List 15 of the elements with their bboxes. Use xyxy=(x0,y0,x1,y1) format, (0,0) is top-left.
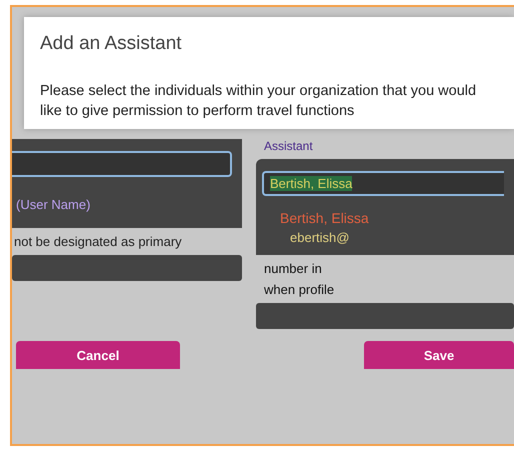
assistant-email: ebertish@ xyxy=(289,230,350,245)
cancel-button[interactable]: Cancel xyxy=(16,341,180,369)
assistant-field[interactable]: Bertish, Elissa xyxy=(262,171,504,196)
user-list-item[interactable]: (User Name) xyxy=(16,197,226,212)
save-button[interactable]: Save xyxy=(364,341,514,369)
search-field[interactable] xyxy=(12,151,232,177)
input-field[interactable] xyxy=(256,303,514,329)
note-text: not be designated as primary xyxy=(13,234,183,249)
dialog-title: Add an Assistant xyxy=(40,33,183,55)
assistant-label: Assistant xyxy=(263,139,314,153)
assistant-name[interactable]: Bertish, Elissa xyxy=(262,196,504,230)
note-text: when profile xyxy=(263,282,336,297)
input-field[interactable] xyxy=(12,255,242,281)
instructions-text: Please select the individuals within your organization that you would like to give permission to perform travel functions xyxy=(40,82,478,121)
note-text: number in xyxy=(263,261,323,276)
